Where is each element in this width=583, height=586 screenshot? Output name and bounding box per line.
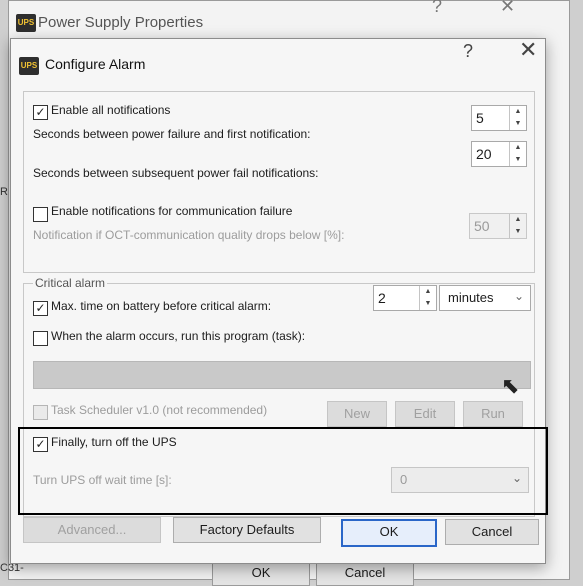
task-scheduler-label: Task Scheduler v1.0 (not recommended)	[51, 403, 268, 417]
ups-app-icon: UPS	[16, 14, 36, 32]
spin-up-icon[interactable]: ▲	[510, 142, 526, 154]
max-time-checkbox[interactable]: ✓	[33, 301, 48, 316]
comm-quality-spinner[interactable]: 50 ▲ ▼	[469, 213, 527, 239]
critical-alarm-group-label: Critical alarm	[33, 276, 108, 290]
notifications-group	[23, 91, 535, 273]
parent-help-button[interactable]: ?	[432, 0, 442, 17]
enable-all-checkbox[interactable]: ✓	[33, 105, 48, 120]
dialog-ups-icon: UPS	[19, 57, 39, 75]
max-time-unit-select[interactable]: minutes ⌄	[439, 285, 531, 311]
seconds-subsequent-label: Seconds between subsequent power fail no…	[33, 166, 319, 180]
ok-button[interactable]: OK	[341, 519, 437, 547]
max-time-spinner[interactable]: 2 ▲ ▼	[373, 285, 437, 311]
spin-up-icon[interactable]: ▲	[420, 286, 436, 298]
spin-down-icon[interactable]: ▼	[510, 154, 526, 166]
chevron-down-icon: ⌄	[513, 289, 524, 303]
seconds-first-arrows: ▲ ▼	[509, 106, 526, 130]
new-task-button[interactable]: New	[327, 401, 387, 427]
seconds-subsequent-value: 20	[476, 146, 492, 162]
parent-window-title: Power Supply Properties	[38, 14, 204, 31]
dialog-close-button[interactable]: ✕	[519, 37, 537, 63]
run-program-checkbox[interactable]	[33, 331, 48, 346]
max-time-arrows: ▲ ▼	[419, 286, 436, 310]
comm-quality-label: Notification if OCT-communication qualit…	[33, 228, 345, 242]
run-task-button[interactable]: Run	[463, 401, 523, 427]
dialog-help-button[interactable]: ?	[463, 41, 473, 62]
spin-down-icon[interactable]: ▼	[510, 226, 526, 238]
seconds-first-spinner[interactable]: 5 ▲ ▼	[471, 105, 527, 131]
max-time-label: Max. time on battery before critical ala…	[51, 299, 272, 313]
seconds-subsequent-spinner[interactable]: 20 ▲ ▼	[471, 141, 527, 167]
enable-all-label: Enable all notifications	[51, 103, 171, 117]
spin-up-icon[interactable]: ▲	[510, 106, 526, 118]
spin-down-icon[interactable]: ▼	[420, 298, 436, 310]
max-time-unit-value: minutes	[448, 290, 494, 305]
cancel-button[interactable]: Cancel	[445, 519, 539, 545]
mouse-cursor-icon: ⬉	[501, 373, 520, 398]
seconds-first-label: Seconds between power failure and first …	[33, 127, 311, 141]
run-program-label: When the alarm occurs, run this program …	[51, 329, 306, 343]
spin-down-icon[interactable]: ▼	[510, 118, 526, 130]
annotation-highlight-box	[18, 427, 548, 515]
parent-close-button[interactable]: ✕	[500, 0, 515, 17]
dialog-title: Configure Alarm	[45, 56, 146, 72]
comm-quality-arrows: ▲ ▼	[509, 214, 526, 238]
seconds-subsequent-arrows: ▲ ▼	[509, 142, 526, 166]
enable-comm-checkbox[interactable]	[33, 207, 48, 222]
seconds-first-value: 5	[476, 110, 484, 126]
comm-quality-value: 50	[474, 218, 490, 234]
program-path-input[interactable]	[33, 361, 531, 389]
task-scheduler-checkbox[interactable]	[33, 405, 48, 420]
factory-defaults-button[interactable]: Factory Defaults	[173, 517, 321, 543]
parent-side-text-r: R	[0, 186, 8, 198]
advanced-button[interactable]: Advanced...	[23, 517, 161, 543]
edit-task-button[interactable]: Edit	[395, 401, 455, 427]
enable-comm-label: Enable notifications for communication f…	[51, 204, 293, 218]
spin-up-icon[interactable]: ▲	[510, 214, 526, 226]
max-time-value: 2	[378, 290, 386, 306]
